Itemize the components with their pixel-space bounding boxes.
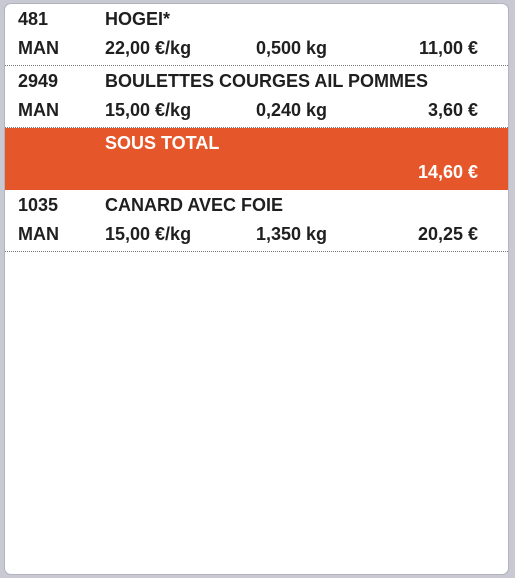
- item-unit-price: 22,00 €/kg: [105, 38, 192, 58]
- item-name: HOGEI*: [105, 9, 171, 29]
- item-code: 1035: [18, 195, 59, 215]
- item-weight: 0,500 kg: [256, 38, 328, 58]
- item-weight: 0,240 kg: [256, 100, 328, 120]
- item-code: 481: [18, 9, 49, 29]
- subtotal-value: 14,60 €: [417, 162, 478, 182]
- item-total: 3,60 €: [427, 100, 478, 120]
- ticket-line[interactable]: 2949 BOULETTES COURGES AIL POMMES MAN 15…: [5, 66, 508, 128]
- item-mode: MAN: [18, 100, 59, 120]
- item-total: 11,00 €: [418, 38, 478, 58]
- ticket-panel: 481 HOGEI* MAN 22,00 €/kg 0,500 kg 11,00…: [4, 3, 509, 575]
- item-name: BOULETTES COURGES AIL POMMES: [105, 71, 429, 91]
- item-mode: MAN: [18, 38, 59, 58]
- item-unit-price: 15,00 €/kg: [105, 224, 192, 244]
- ticket-line[interactable]: 481 HOGEI* MAN 22,00 €/kg 0,500 kg 11,00…: [5, 4, 508, 66]
- ticket-line[interactable]: 1035 CANARD AVEC FOIE MAN 15,00 €/kg 1,3…: [5, 190, 508, 252]
- item-mode: MAN: [18, 224, 59, 244]
- item-unit-price: 15,00 €/kg: [105, 100, 192, 120]
- item-name: CANARD AVEC FOIE: [105, 195, 284, 215]
- item-code: 2949: [18, 71, 59, 91]
- item-weight: 1,350 kg: [256, 224, 328, 244]
- subtotal-label: SOUS TOTAL: [105, 133, 220, 153]
- subtotal-row[interactable]: SOUS TOTAL 14,60 €: [5, 128, 508, 190]
- ticket-line-list: 481 HOGEI* MAN 22,00 €/kg 0,500 kg 11,00…: [5, 4, 508, 252]
- item-total: 20,25 €: [417, 224, 478, 244]
